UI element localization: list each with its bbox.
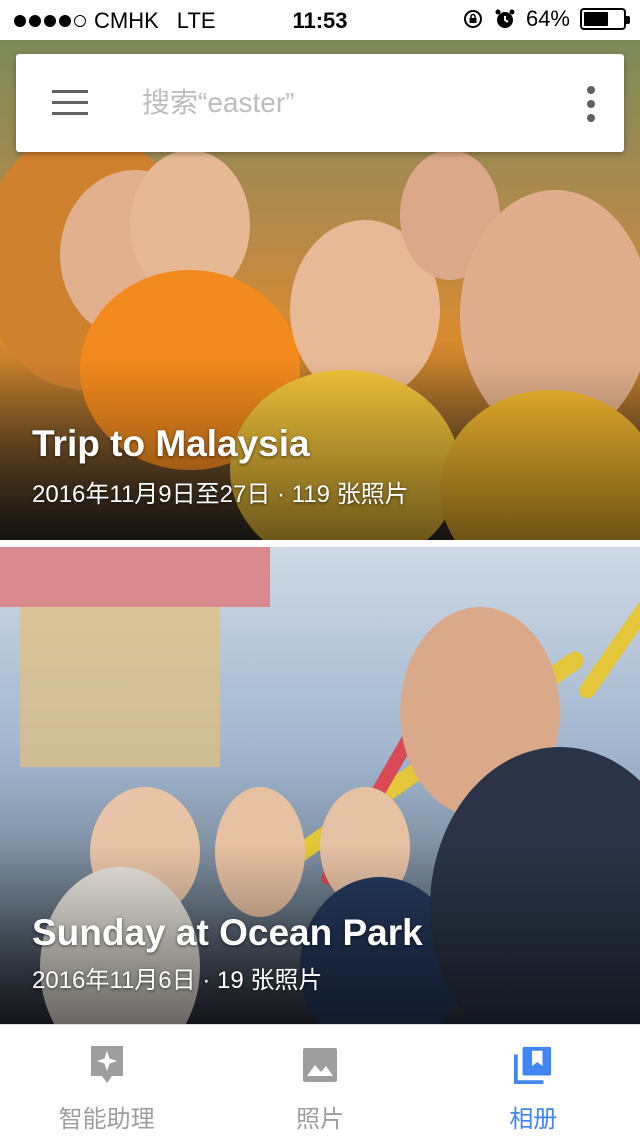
rotation-lock-icon: [463, 10, 482, 28]
status-right: 64%: [462, 6, 630, 32]
alarm-icon: [495, 9, 515, 28]
nav-label: 智能助理: [58, 1106, 155, 1133]
battery-percent: 64%: [525, 6, 570, 31]
nav-label: 照片: [295, 1106, 344, 1133]
album-meta: 2016年11月6日 · 19 张照片: [32, 967, 323, 994]
nav-label: 相册: [509, 1106, 558, 1133]
album-title: Trip to Malaysia: [32, 423, 310, 464]
nav-item-albums[interactable]: 相册: [427, 1025, 640, 1136]
nav-item-photos[interactable]: 照片: [213, 1025, 426, 1136]
album-meta: 2016年11月9日至27日 · 119 张照片: [32, 481, 409, 508]
search-bar: [16, 54, 624, 152]
battery-icon: [580, 8, 630, 30]
albums-icon: [513, 1043, 553, 1087]
photo-icon: [300, 1043, 340, 1087]
hamburger-menu-icon[interactable]: [52, 90, 88, 116]
assistant-sparkle-icon: [87, 1043, 127, 1087]
album-title: Sunday at Ocean Park: [32, 912, 423, 953]
album-card-sunday-at-ocean-park[interactable]: Sunday at Ocean Park 2016年11月6日 · 19 张照片: [0, 547, 640, 1024]
status-bar: CMHK LTE 11:53 64%: [0, 0, 640, 40]
search-input[interactable]: [142, 80, 552, 126]
bottom-nav: 智能助理 照片 相册: [0, 1024, 640, 1136]
nav-item-assistant[interactable]: 智能助理: [0, 1025, 213, 1136]
more-vert-icon[interactable]: [584, 86, 598, 122]
